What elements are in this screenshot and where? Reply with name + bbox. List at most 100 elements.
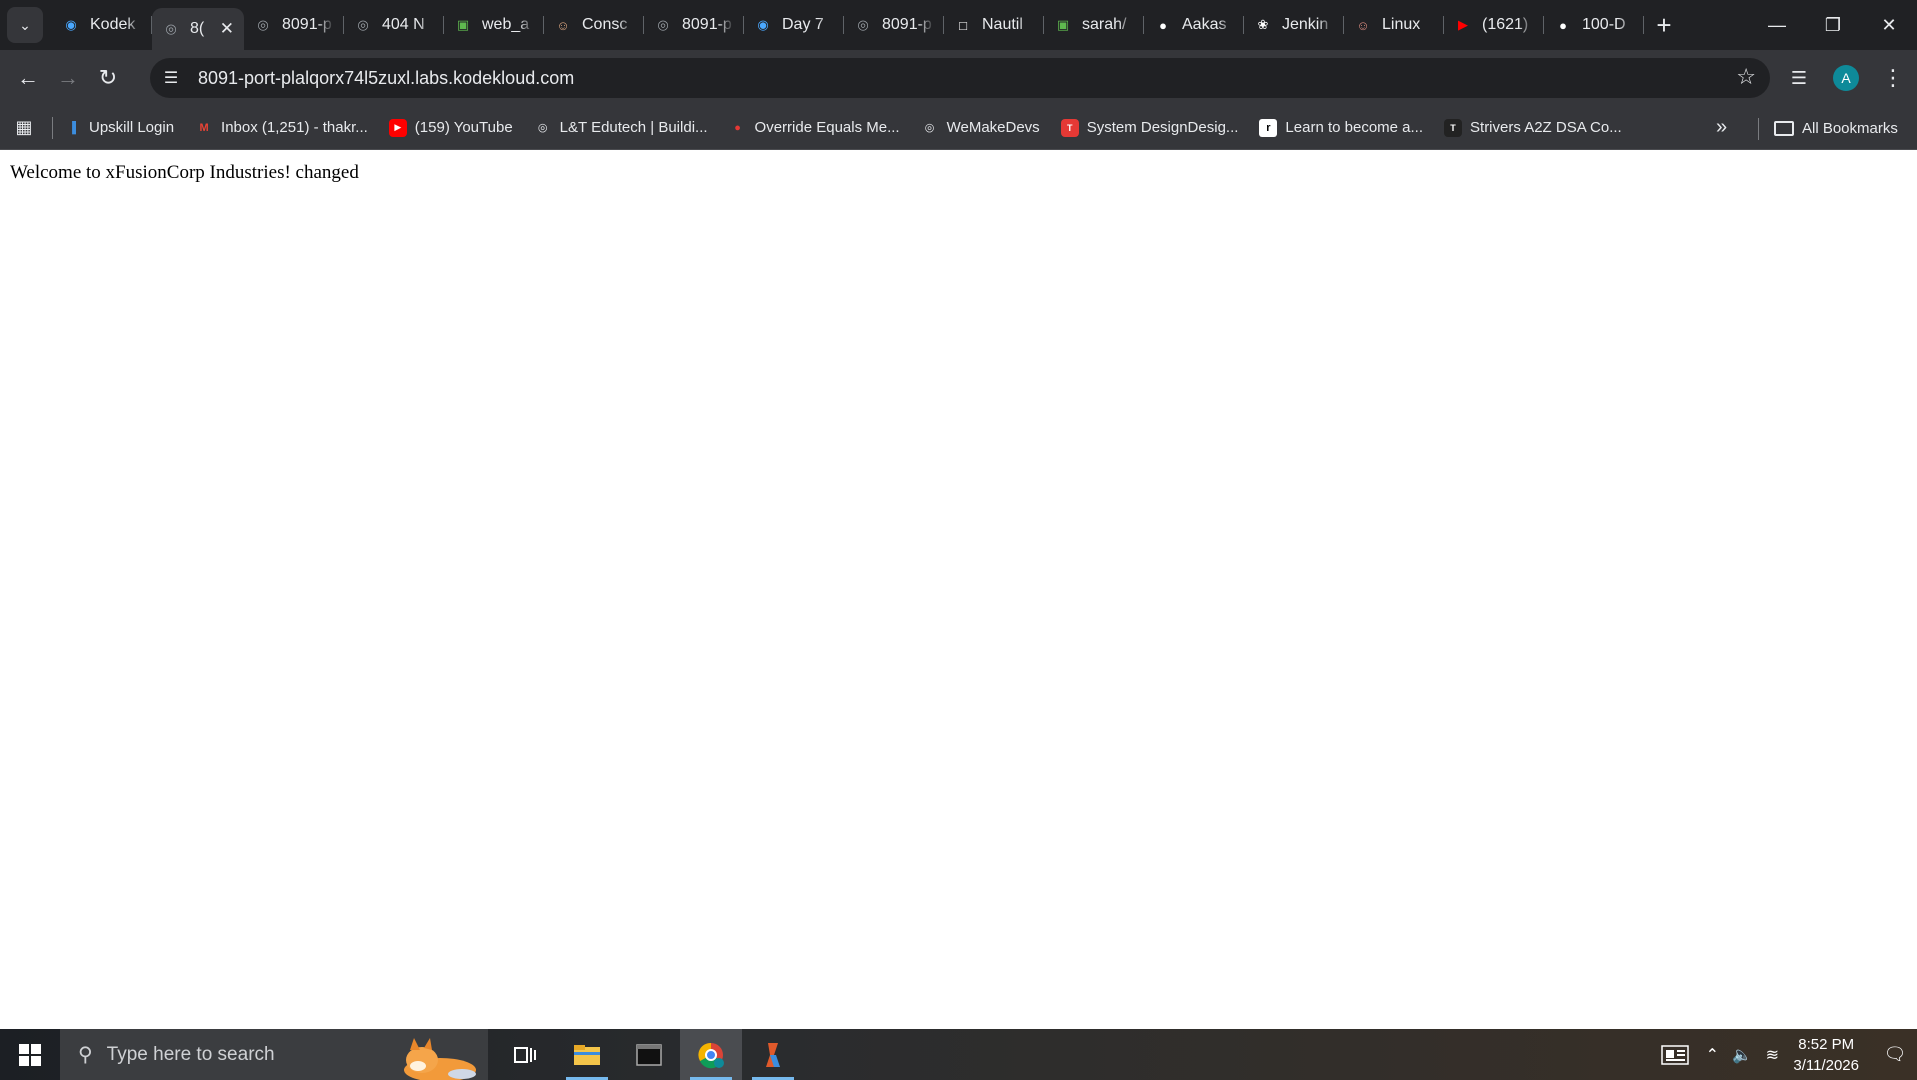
task-view-button[interactable] — [494, 1029, 556, 1080]
tab[interactable]: ❀ Jenkin — [1244, 0, 1344, 50]
volume-button[interactable]: 🔈 — [1727, 1045, 1757, 1065]
restore-button[interactable]: ❐ — [1805, 0, 1861, 50]
news-icon — [1661, 1044, 1690, 1065]
tab[interactable]: ◉ Day 7 — [744, 0, 844, 50]
show-hidden-icons-button[interactable]: ⌃ — [1697, 1045, 1727, 1065]
site-info-button[interactable]: ☰ — [154, 61, 188, 95]
close-window-button[interactable]: ✕ — [1861, 0, 1917, 50]
chevron-down-icon: ⌄ — [19, 16, 31, 33]
divider — [1758, 118, 1759, 140]
tab-strip: ⌄ ◉ Kodek ◎ 8(✕ ◎ 8091-p ◎ 404 N ▣ web_a ☺ Consc ◎ 80… — [0, 0, 1917, 50]
chrome-button[interactable] — [680, 1029, 742, 1080]
chevron-double-right-icon[interactable]: » — [1716, 116, 1727, 139]
tab[interactable]: ◎ 8091-p — [844, 0, 944, 50]
reading-list-button[interactable]: ☰ — [1779, 58, 1819, 98]
page-icon: □ — [959, 17, 967, 33]
app-button[interactable] — [742, 1029, 804, 1080]
bookmark-label: WeMakeDevs — [946, 119, 1040, 136]
tab-title: Nautil — [982, 16, 1023, 33]
bookmark-item[interactable]: ▶ (159) YouTube — [388, 118, 513, 137]
bookmark-label: Learn to become a... — [1285, 119, 1424, 136]
tab[interactable]: ● 100-D — [1544, 0, 1644, 50]
clock[interactable]: 8:52 PM 3/11/2026 — [1793, 1034, 1859, 1076]
gmail-icon: M — [199, 121, 209, 134]
minimize-button[interactable]: — — [1749, 0, 1805, 50]
globe-icon: ◎ — [924, 122, 935, 134]
plus-icon: + — [1656, 9, 1672, 40]
tab[interactable]: □ Nautil — [944, 0, 1044, 50]
address-bar[interactable]: ☰ 8091-port-plalqorx74l5zuxl.labs.kodekl… — [150, 58, 1770, 98]
bookmark-item[interactable]: M Inbox (1,251) - thakr... — [195, 119, 367, 137]
tab[interactable]: ▣ sarah/ — [1044, 0, 1144, 50]
notifications-button[interactable]: 🗨 — [1873, 1044, 1917, 1065]
tab[interactable]: ▣ web_a — [444, 0, 544, 50]
kodekloud-icon: ◉ — [757, 17, 769, 32]
bookmark-label: Strivers A2Z DSA Co... — [1470, 119, 1622, 136]
windows-logo-icon — [19, 1043, 41, 1066]
network-button[interactable]: ≋ — [1757, 1045, 1787, 1065]
tab[interactable]: ◎ 8091-p — [644, 0, 744, 50]
globe-icon: ◎ — [537, 122, 548, 134]
bookmark-item[interactable]: T Strivers A2Z DSA Co... — [1444, 118, 1622, 137]
all-bookmarks-label: All Bookmarks — [1802, 119, 1898, 137]
globe-icon: ◎ — [165, 21, 177, 36]
close-tab-icon[interactable]: ✕ — [220, 19, 234, 39]
news-widget-button[interactable] — [1653, 1044, 1697, 1065]
youtube-icon: ▶ — [388, 118, 407, 137]
tab[interactable]: ☺ Consc — [544, 0, 644, 50]
bookmark-label: L&T Edutech | Buildi... — [559, 119, 708, 136]
menu-button[interactable]: ⋮ — [1873, 58, 1913, 98]
terminal-button[interactable] — [618, 1029, 680, 1080]
globe-icon: ◎ — [357, 17, 369, 32]
minimize-icon: — — [1768, 14, 1786, 35]
restore-icon: ❐ — [1824, 14, 1842, 35]
tab-title: (1621) — [1482, 16, 1529, 33]
bookmarks-bar: ▦ ▐ Upskill Login M Inbox (1,251) - thakr..… — [0, 106, 1917, 150]
tab-title: Day 7 — [782, 16, 824, 33]
tab[interactable]: ◉ Kodek — [52, 0, 152, 50]
tab[interactable]: ☺ Linux — [1344, 0, 1444, 50]
bookmark-item[interactable]: T System DesignDesig... — [1060, 118, 1239, 137]
tune-icon: ☰ — [163, 70, 179, 87]
chat-bubble-icon: 🗨 — [1883, 1044, 1907, 1064]
apps-button[interactable]: ▦ — [4, 117, 44, 138]
bookmark-item[interactable]: ◎ L&T Edutech | Buildi... — [534, 119, 708, 137]
tab[interactable]: ◎ 8(✕ — [152, 8, 244, 50]
file-explorer-button[interactable] — [556, 1029, 618, 1080]
tab-title: Aakas — [1182, 16, 1227, 33]
tab-title: web_a — [482, 16, 530, 33]
bookmark-label: (159) YouTube — [414, 119, 513, 136]
bookmark-label: System DesignDesig... — [1086, 119, 1239, 136]
wifi-icon: ≋ — [1765, 1046, 1780, 1064]
tab-separator — [1643, 16, 1644, 34]
globe-icon: ◎ — [857, 17, 869, 32]
tab[interactable]: ◎ 8091-p — [244, 0, 344, 50]
money-icon: ▣ — [456, 17, 470, 32]
back-button[interactable]: ← — [8, 58, 48, 98]
taskbar-search[interactable]: ⚲ Type here to search — [60, 1029, 488, 1080]
tab-title: 100-D — [1582, 16, 1626, 33]
address-url[interactable]: 8091-port-plalqorx74l5zuxl.labs.kodeklou… — [198, 68, 574, 89]
start-button[interactable] — [0, 1029, 60, 1080]
bookmark-item[interactable]: ◎ WeMakeDevs — [921, 119, 1040, 137]
tab[interactable]: ◎ 404 N — [344, 0, 444, 50]
new-tab-button[interactable]: + — [1646, 7, 1682, 43]
bookmark-star-icon[interactable]: ☆ — [1736, 64, 1756, 90]
reload-button[interactable]: ↻ — [88, 58, 128, 98]
welcome-text: Welcome to xFusionCorp Industries! chang… — [10, 162, 359, 183]
reload-icon: ↻ — [98, 65, 118, 90]
bookmark-item[interactable]: ▐ Upskill Login — [63, 119, 174, 137]
folder-icon — [574, 1044, 600, 1065]
globe-icon: ◎ — [257, 17, 269, 32]
toolbar-right: ☰ A ⋮ — [1779, 58, 1917, 98]
bookmark-item[interactable]: ● Override Equals Me... — [729, 119, 899, 137]
speaker-icon: 🔈 — [1732, 1046, 1753, 1064]
tab[interactable]: ▶ (1621) — [1444, 0, 1544, 50]
bookmark-item[interactable]: r Learn to become a... — [1259, 118, 1424, 137]
forward-button[interactable]: → — [48, 58, 88, 98]
profile-avatar[interactable]: A — [1833, 65, 1859, 91]
tab-search-button[interactable]: ⌄ — [7, 7, 43, 43]
all-bookmarks-button[interactable]: All Bookmarks — [1774, 106, 1898, 150]
tab[interactable]: ● Aakas — [1144, 0, 1244, 50]
bookmark-list: ▐ Upskill Login M Inbox (1,251) - thakr... ▶… — [63, 118, 1643, 137]
